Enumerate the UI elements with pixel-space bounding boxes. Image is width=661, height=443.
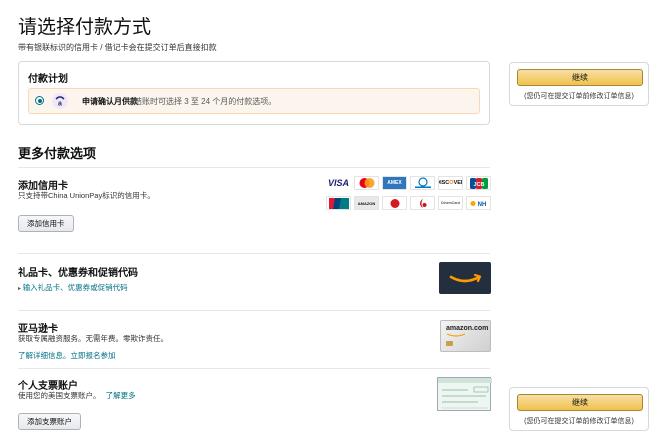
continue-panel-bottom: 继续 (您仍可在提交订单前修改订单信息) bbox=[509, 387, 649, 431]
checking-account-desc-wrap: 使用您的美国支票账户。 了解更多 bbox=[18, 390, 136, 401]
amazon-card-desc: 获取专属融资服务。无需年费。零欺诈责任。 bbox=[18, 334, 168, 343]
amex-logo-icon: AMEX bbox=[382, 176, 407, 190]
svg-text:a: a bbox=[58, 100, 62, 107]
page-subtitle: 带有银联标识的信用卡 / 借记卡会在提交订单后直接扣款 bbox=[18, 43, 217, 52]
continue-note-top: (您仍可在提交订单前修改订单信息) bbox=[524, 93, 634, 100]
page-title: 请选择付款方式 bbox=[18, 17, 152, 38]
payment-plan-radio[interactable] bbox=[35, 96, 44, 105]
gift-card-link[interactable]: ▸ 输入礼品卡、优惠券或促销代码 bbox=[18, 282, 128, 293]
svg-text:JCB: JCB bbox=[473, 182, 484, 188]
jcb-logo-icon: JCB bbox=[466, 176, 491, 190]
continue-button-bottom[interactable]: 继续 bbox=[517, 394, 643, 411]
add-checking-account-button[interactable]: 添加支票账户 bbox=[18, 413, 81, 430]
payment-plan-desc: 结账时可选择 3 至 24 个月的付款选项。 bbox=[134, 97, 277, 106]
continue-note-bottom: (您仍可在提交订单前修改订单信息) bbox=[524, 418, 634, 425]
amazon-card-link[interactable]: 了解详细信息。立即报名参加 bbox=[18, 350, 116, 361]
card-chip-icon bbox=[446, 341, 453, 346]
continue-panel-top: 继续 (您仍可在提交订单前修改订单信息) bbox=[509, 62, 649, 106]
gift-card-title: 礼品卡、优惠券和促销代码 bbox=[18, 268, 138, 279]
mastercard-logo-icon bbox=[354, 176, 379, 190]
continue-button-top[interactable]: 继续 bbox=[517, 69, 643, 86]
red-card-logo-icon bbox=[382, 196, 407, 210]
divider bbox=[18, 253, 490, 254]
card-logos: VISA AMEX DISCOVER JCB AMAZON DinersCard… bbox=[326, 176, 492, 212]
divider bbox=[18, 167, 490, 168]
checking-learn-more-link[interactable]: 了解更多 bbox=[106, 391, 136, 400]
checking-account-desc: 使用您的美国支票账户。 bbox=[18, 391, 101, 400]
divider bbox=[18, 368, 490, 369]
svg-text:NH: NH bbox=[477, 202, 486, 208]
unionpay-logo-icon bbox=[326, 196, 351, 210]
more-payment-options-title: 更多付款选项 bbox=[18, 146, 97, 161]
amazon-smile-icon bbox=[446, 333, 466, 337]
affirm-logo-icon: a bbox=[52, 93, 68, 109]
diners-club-logo-icon bbox=[410, 176, 435, 190]
bank-check-icon bbox=[438, 378, 492, 409]
amazon-gift-card-image bbox=[439, 262, 491, 294]
add-credit-card-desc: 只支持带China UnionPay标识的信用卡。 bbox=[18, 191, 155, 200]
red-swirl-logo-icon bbox=[410, 196, 435, 210]
add-credit-card-button[interactable]: 添加信用卡 bbox=[18, 215, 74, 232]
payment-plan-title: 付款计划 bbox=[28, 74, 68, 85]
amazon-card-brand: amazon.com bbox=[446, 325, 489, 332]
discover-logo-icon: DISCOVER bbox=[438, 176, 463, 190]
amazon-card-mini-icon: AMAZON bbox=[354, 196, 379, 210]
diners-card-logo-icon: DinersCard bbox=[438, 196, 463, 210]
gift-card-link-label: 输入礼品卡、优惠券或促销代码 bbox=[22, 283, 128, 292]
visa-logo-icon: VISA bbox=[326, 176, 351, 190]
amazon-smile-icon bbox=[449, 273, 482, 283]
amazon-store-card-image: amazon.com bbox=[440, 320, 491, 352]
divider bbox=[18, 310, 490, 311]
nh-logo-icon: NH bbox=[466, 196, 491, 210]
check-image bbox=[437, 377, 492, 411]
payment-plan-label: 申请确认月供款 bbox=[82, 97, 138, 106]
